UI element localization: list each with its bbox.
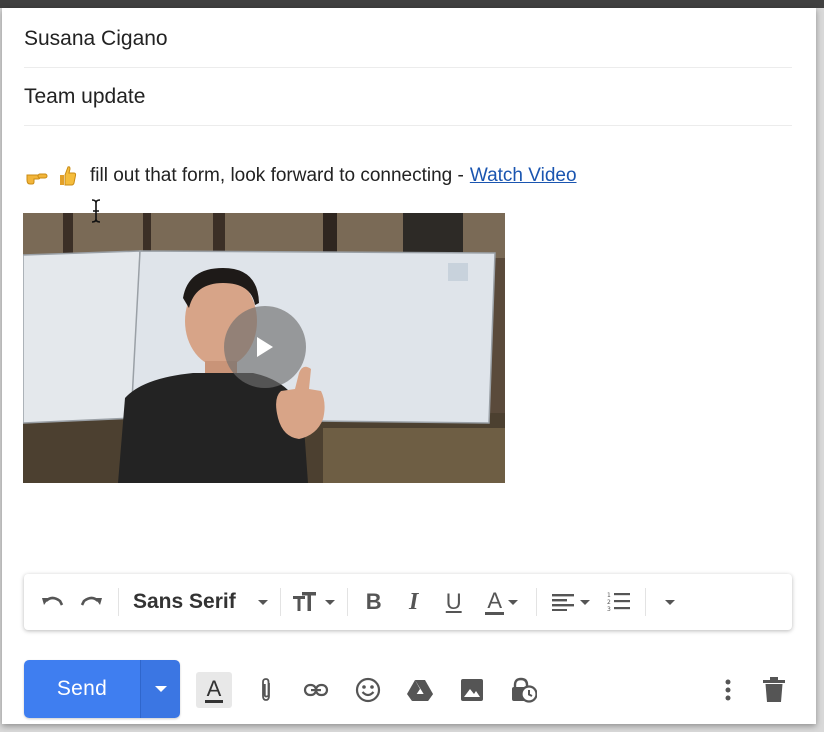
numbered-list-icon[interactable]: 123: [599, 582, 639, 622]
pointing-hand-icon: [24, 166, 50, 187]
subject-text: Team update: [24, 84, 146, 108]
body-text: fill out that form, look forward to conn…: [90, 165, 464, 186]
more-formatting-button[interactable]: [652, 582, 688, 622]
align-left-icon: [551, 594, 574, 611]
insert-photo-icon[interactable]: [454, 672, 490, 708]
compose-window: Susana Cigano Team update fill out that …: [2, 8, 816, 724]
confidential-mode-icon[interactable]: [506, 672, 542, 708]
watch-video-link[interactable]: Watch Video: [470, 165, 577, 187]
link-icon[interactable]: [298, 672, 334, 708]
formatting-toolbar: Sans Serif B I U A 123: [24, 574, 792, 630]
toolbar-divider: [644, 588, 646, 616]
video-thumbnail[interactable]: [23, 213, 505, 483]
more-options-icon[interactable]: [710, 672, 746, 708]
toolbar-divider: [346, 588, 348, 616]
redo-icon[interactable]: [72, 582, 112, 622]
attachment-icon[interactable]: [248, 672, 284, 708]
chevron-down-icon: [664, 599, 675, 605]
chevron-down-icon: [324, 599, 335, 605]
font-family-select[interactable]: Sans Serif: [125, 582, 268, 622]
svg-text:3: 3: [607, 606, 611, 613]
trash-icon[interactable]: [756, 672, 792, 708]
emoji-icon[interactable]: [350, 672, 386, 708]
bold-button[interactable]: B: [354, 582, 394, 622]
text-size-icon: [292, 592, 316, 611]
recipient-field[interactable]: Susana Cigano: [24, 10, 792, 68]
svg-text:1: 1: [607, 592, 611, 599]
italic-button[interactable]: I: [394, 582, 434, 622]
window-top-bar: [0, 0, 824, 8]
svg-text:2: 2: [607, 599, 611, 606]
drive-icon[interactable]: [402, 672, 438, 708]
text-cursor-icon: [91, 199, 101, 223]
chevron-down-icon: [579, 599, 590, 605]
toolbar-divider: [535, 588, 537, 616]
font-size-button[interactable]: [287, 582, 341, 622]
thumbs-up-icon: [54, 165, 80, 187]
send-options-button[interactable]: [140, 660, 180, 718]
underline-button[interactable]: U: [434, 582, 474, 622]
text-color-button[interactable]: A: [474, 582, 530, 622]
subject-field[interactable]: Team update: [24, 68, 792, 126]
message-body-line[interactable]: fill out that form, look forward to conn…: [24, 161, 577, 191]
send-button[interactable]: Send: [24, 660, 140, 718]
toolbar-divider: [118, 588, 119, 616]
chevron-down-icon: [154, 686, 167, 692]
font-family-label: Sans Serif: [133, 590, 236, 613]
recipient-name: Susana Cigano: [24, 26, 168, 50]
text-format-icon: A: [204, 675, 224, 703]
send-button-group: Send: [24, 660, 180, 718]
toolbar-divider: [279, 588, 281, 616]
formatting-options-button[interactable]: A: [196, 672, 232, 708]
text-color-icon: A: [485, 587, 505, 615]
chevron-down-icon: [257, 599, 268, 605]
undo-icon[interactable]: [32, 582, 72, 622]
align-button[interactable]: [543, 582, 599, 622]
chevron-down-icon: [508, 599, 519, 605]
